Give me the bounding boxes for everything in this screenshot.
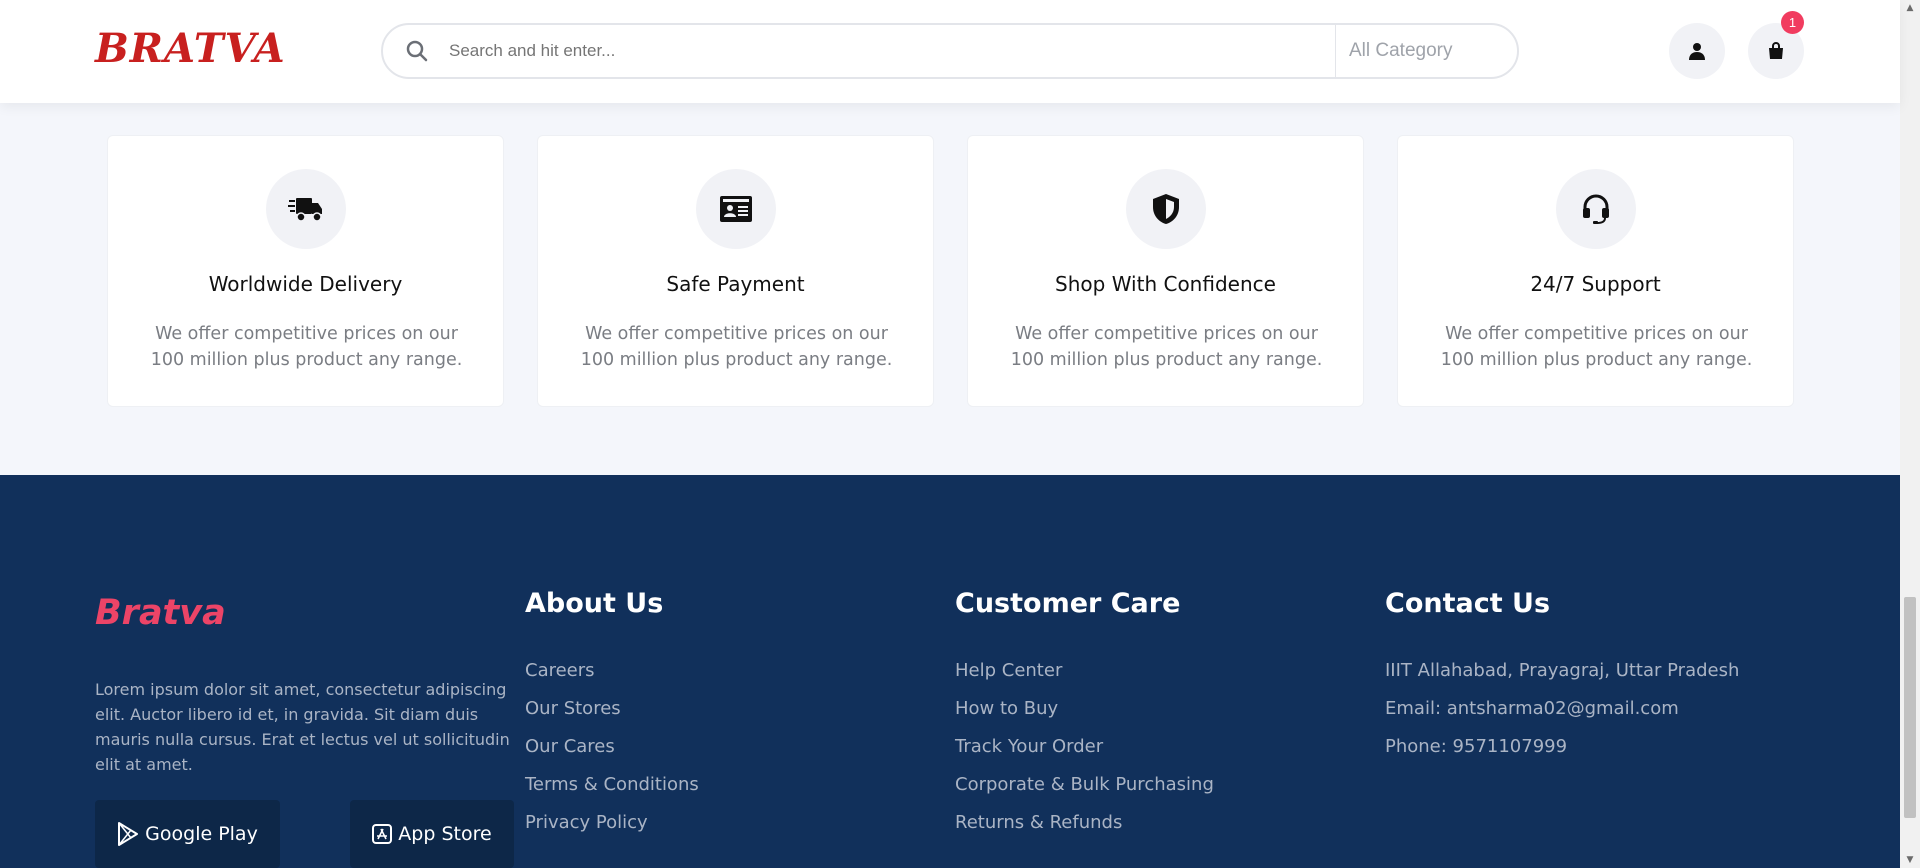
feature-title: Shop With Confidence xyxy=(1055,272,1276,296)
feature-description: We offer competitive prices on our 100 m… xyxy=(150,324,463,370)
footer-link-our-cares[interactable]: Our Cares xyxy=(525,728,699,766)
scroll-up-arrow-icon[interactable]: ▲ xyxy=(1904,2,1916,14)
shield-icon xyxy=(1153,194,1179,224)
google-play-icon xyxy=(118,822,139,846)
search-input[interactable] xyxy=(449,25,1299,77)
footer-logo[interactable]: Bratva xyxy=(95,593,226,633)
category-select[interactable]: All Category xyxy=(1349,25,1453,77)
footer-link-track-order[interactable]: Track Your Order xyxy=(955,728,1214,766)
contact-details: IIIT Allahabad, Prayagraj, Uttar Pradesh… xyxy=(1385,652,1739,766)
feature-icon-wrap xyxy=(1126,169,1206,249)
footer-link-how-to-buy[interactable]: How to Buy xyxy=(955,690,1214,728)
footer-link-returns[interactable]: Returns & Refunds xyxy=(955,804,1214,842)
app-store-label: App Store xyxy=(398,823,492,845)
feature-card-confidence: Shop With Confidence We offer competitiv… xyxy=(967,135,1364,407)
footer-link-terms[interactable]: Terms & Conditions xyxy=(525,766,699,804)
account-button[interactable] xyxy=(1669,23,1725,79)
feature-card-payment: Safe Payment We offer competitive prices… xyxy=(537,135,934,407)
google-play-label: Google Play xyxy=(145,823,258,845)
brand-logo[interactable]: BRATVA xyxy=(95,25,286,72)
about-us-heading: About Us xyxy=(525,588,664,619)
feature-card-delivery: Worldwide Delivery We offer competitive … xyxy=(107,135,504,407)
cart-count-badge: 1 xyxy=(1781,11,1804,34)
footer-about-text: Lorem ipsum dolor sit amet, consectetur … xyxy=(95,680,510,774)
contact-phone[interactable]: Phone: 9571107999 xyxy=(1385,728,1739,766)
feature-card-support: 24/7 Support We offer competitive prices… xyxy=(1397,135,1794,407)
footer-link-help-center[interactable]: Help Center xyxy=(955,652,1214,690)
feature-title: Worldwide Delivery xyxy=(208,272,403,296)
feature-title: 24/7 Support xyxy=(1530,272,1661,296)
footer-link-privacy[interactable]: Privacy Policy xyxy=(525,804,699,842)
delivery-truck-icon xyxy=(288,198,322,222)
google-play-button[interactable]: Google Play xyxy=(95,800,280,868)
feature-icon-wrap xyxy=(1556,169,1636,249)
customer-care-links: Help Center How to Buy Track Your Order … xyxy=(955,652,1214,842)
scroll-down-arrow-icon[interactable]: ▼ xyxy=(1904,854,1916,866)
user-icon xyxy=(1689,43,1705,60)
scrollbar-thumb[interactable] xyxy=(1904,597,1916,818)
about-us-links: Careers Our Stores Our Cares Terms & Con… xyxy=(525,652,699,842)
footer-link-careers[interactable]: Careers xyxy=(525,652,699,690)
search-divider xyxy=(1335,25,1336,77)
search-bar: All Category xyxy=(381,23,1519,79)
feature-description: We offer competitive prices on our 100 m… xyxy=(1010,324,1323,370)
feature-title: Safe Payment xyxy=(666,272,805,296)
id-card-icon xyxy=(720,196,752,222)
contact-address: IIIT Allahabad, Prayagraj, Uttar Pradesh xyxy=(1385,660,1740,681)
site-header: BRATVA All Category 1 xyxy=(0,0,1900,103)
feature-icon-wrap xyxy=(696,169,776,249)
contact-us-heading: Contact Us xyxy=(1385,588,1551,619)
shopping-bag-icon xyxy=(1769,42,1783,59)
feature-description: We offer competitive prices on our 100 m… xyxy=(580,324,893,370)
headset-icon xyxy=(1583,194,1609,224)
app-store-icon xyxy=(372,824,393,844)
site-footer: Bratva Lorem ipsum dolor sit amet, conse… xyxy=(0,475,1900,868)
footer-link-our-stores[interactable]: Our Stores xyxy=(525,690,699,728)
feature-icon-wrap xyxy=(266,169,346,249)
footer-link-bulk-purchasing[interactable]: Corporate & Bulk Purchasing xyxy=(955,766,1214,804)
feature-description: We offer competitive prices on our 100 m… xyxy=(1440,324,1753,370)
search-icon[interactable] xyxy=(405,39,429,63)
app-store-button[interactable]: App Store xyxy=(350,800,514,868)
contact-email[interactable]: Email: antsharma02@gmail.com xyxy=(1385,690,1739,728)
customer-care-heading: Customer Care xyxy=(955,588,1181,619)
